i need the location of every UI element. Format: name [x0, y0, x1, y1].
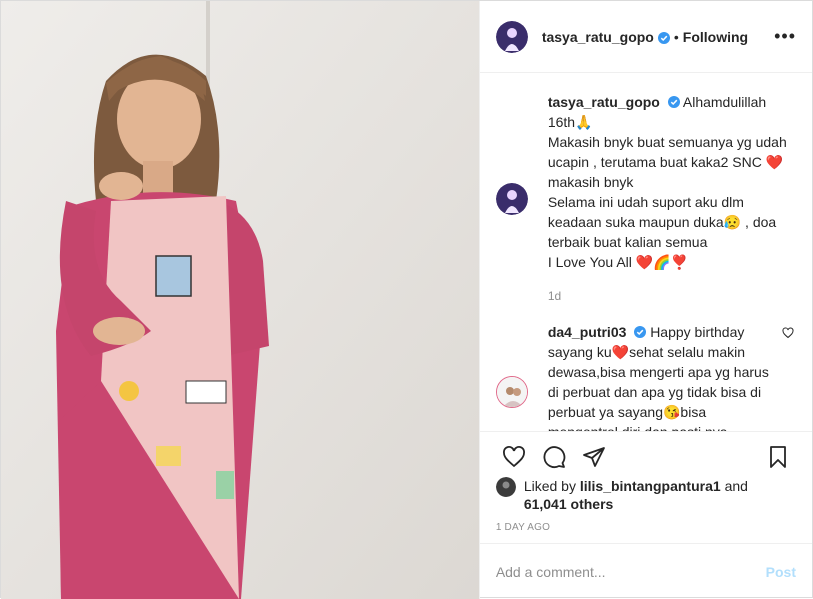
likes-summary: Liked by lilis_bintangpantura1 and 61,04…	[495, 477, 796, 513]
post-timestamp[interactable]: 1 DAY AGO	[496, 522, 550, 533]
caption-line: I Love You All ❤️🌈❣️	[547, 254, 689, 270]
caption-author-avatar[interactable]	[495, 183, 528, 215]
photo-illustration	[1, 1, 479, 599]
following-button[interactable]: Following	[683, 29, 748, 45]
liker-username[interactable]: lilis_bintangpantura1	[580, 478, 721, 494]
post-header: tasya_ratu_gopo • Following •••	[479, 1, 812, 73]
author-username[interactable]: tasya_ratu_gopo	[542, 29, 654, 45]
comments-section[interactable]: tasya_ratu_gopo Alhamdulillah 16th🙏 Maka…	[480, 74, 812, 432]
add-comment-bar: Post	[479, 543, 812, 599]
share-icon[interactable]	[574, 437, 614, 477]
separator-dot: •	[673, 28, 679, 45]
verified-badge-icon	[657, 31, 670, 44]
heart-icon[interactable]	[494, 437, 534, 477]
comment-text: Happy birthday sayang ku❤️sehat selalu m…	[547, 324, 769, 432]
commenter-username[interactable]: da4_putri03	[548, 324, 627, 340]
verified-badge-icon	[634, 323, 647, 338]
post-comment-button[interactable]: Post	[766, 564, 796, 580]
caption-age[interactable]: 1d	[548, 286, 796, 306]
likes-prefix: Liked by	[523, 478, 576, 494]
caption-line: Selama ini udah suport aku dlm keadaan s…	[547, 194, 777, 250]
comment-icon[interactable]	[534, 437, 574, 477]
likes-count[interactable]: 61,041 others	[524, 496, 614, 512]
likes-conjunction: and	[724, 478, 748, 494]
liker-avatar[interactable]	[495, 477, 516, 497]
commenter-avatar[interactable]	[495, 376, 528, 408]
more-options-icon[interactable]: •••	[774, 26, 796, 47]
bookmark-icon[interactable]	[758, 437, 798, 477]
post-sidebar: tasya_ratu_gopo • Following ••• tasya_ra…	[478, 1, 812, 599]
post-photo[interactable]	[1, 1, 479, 599]
verified-badge-icon	[667, 93, 680, 108]
comment-like-heart-icon[interactable]	[782, 322, 796, 432]
action-bar	[479, 431, 812, 481]
caption-comment: tasya_ratu_gopo Alhamdulillah 16th🙏 Maka…	[495, 92, 796, 306]
author-avatar[interactable]	[495, 20, 528, 53]
caption-username[interactable]: tasya_ratu_gopo	[548, 94, 660, 110]
instagram-post: tasya_ratu_gopo • Following ••• tasya_ra…	[0, 0, 813, 599]
caption-line: Makasih bnyk buat semuanya yg udah ucapi…	[547, 134, 787, 190]
comment-item: da4_putri03 Happy birthday sayang ku❤️se…	[495, 322, 796, 432]
add-comment-input[interactable]	[495, 563, 766, 580]
